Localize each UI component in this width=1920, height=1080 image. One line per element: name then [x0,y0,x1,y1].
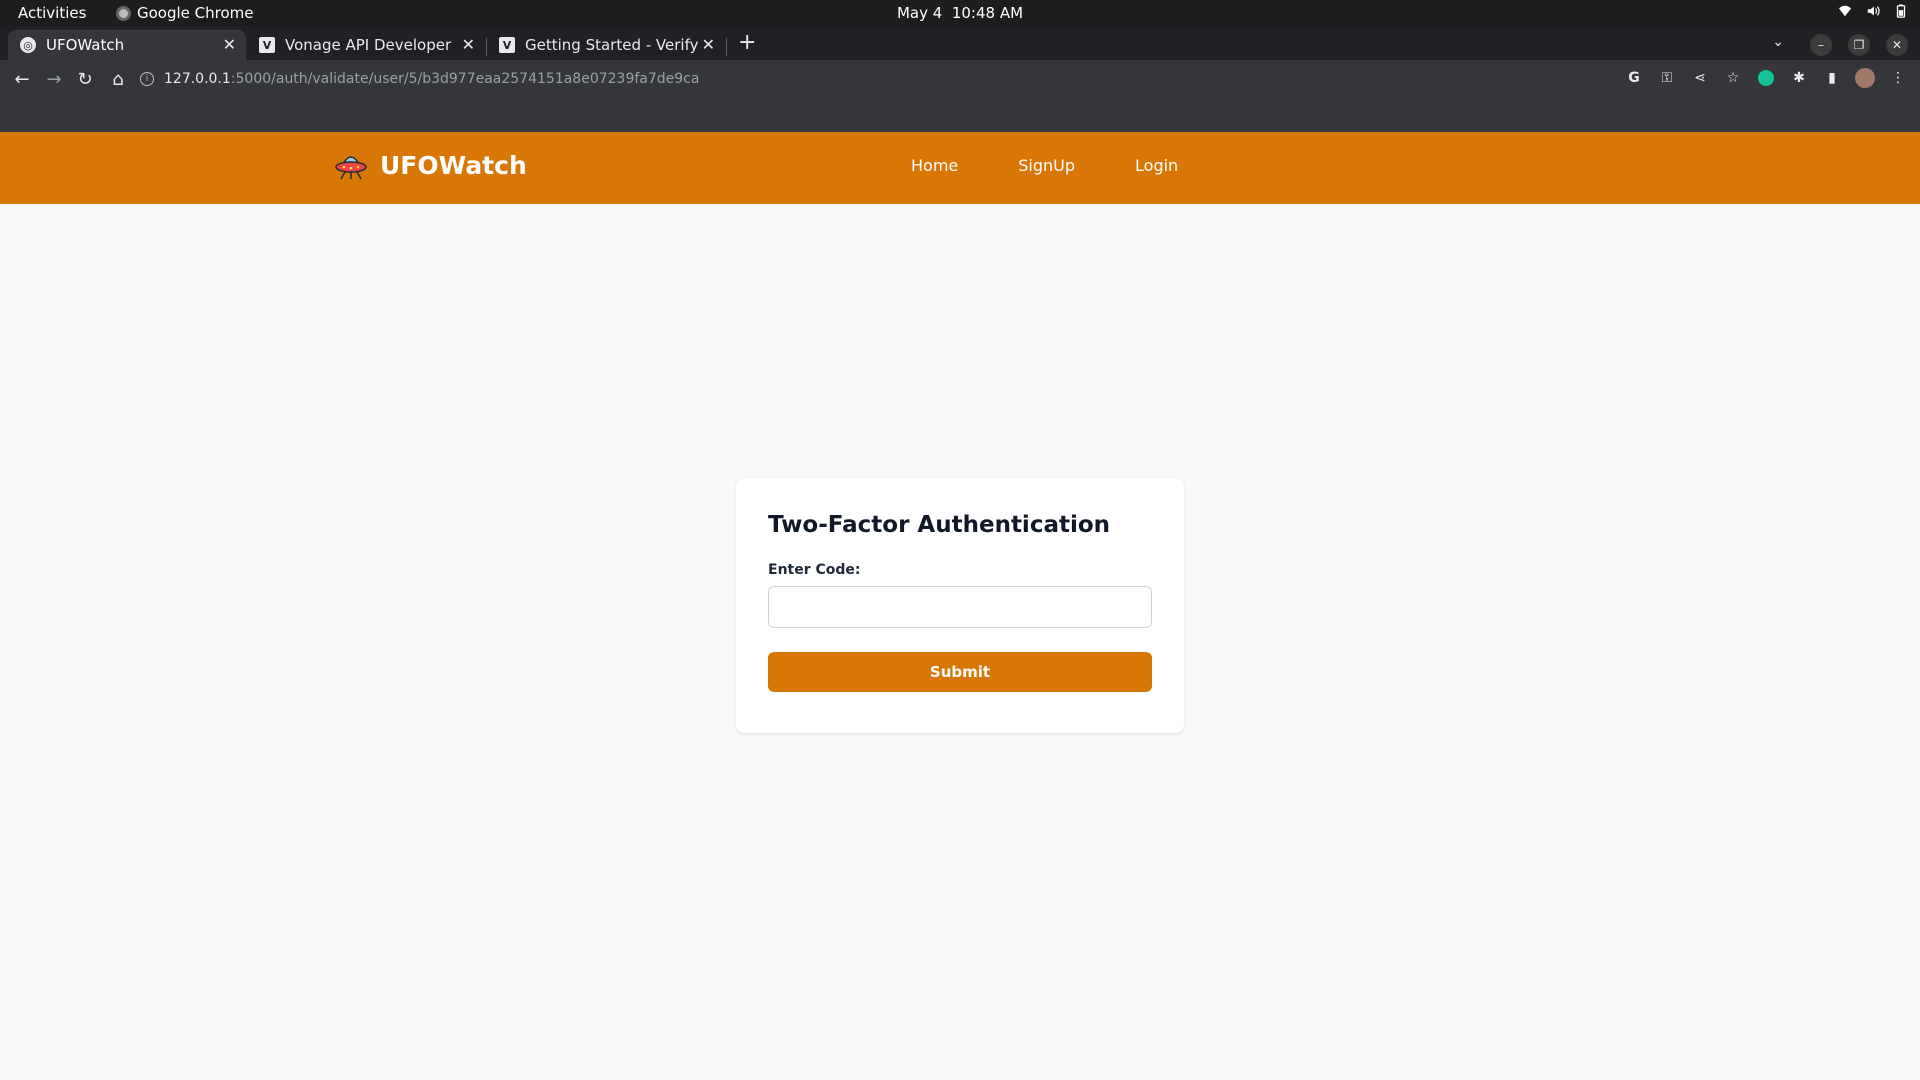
close-icon[interactable]: ✕ [223,35,236,54]
reload-icon[interactable]: ↻ [74,68,96,90]
app-menu[interactable]: Google Chrome [116,4,254,22]
wifi-icon [1838,5,1852,17]
site-header: UFOWatch Home SignUp Login [0,132,1920,204]
ufo-icon [335,156,367,180]
tab-title: Vonage API Developer [285,36,452,54]
tab-ufowatch[interactable]: ◎ UFOWatch ✕ [8,30,246,60]
grammarly-icon[interactable] [1756,68,1776,88]
main-nav: Home SignUp Login [911,156,1178,175]
two-factor-card: Two-Factor Authentication Enter Code: Su… [736,478,1184,733]
activities-button[interactable]: Activities [18,4,86,22]
forward-icon[interactable]: → [43,68,65,90]
side-panel-icon[interactable]: ▮ [1822,68,1842,88]
tab-getting-started-verify[interactable]: V Getting Started - Verify ✕ [487,30,725,60]
app-name: Google Chrome [137,4,254,22]
restore-icon[interactable]: ❐ [1848,34,1870,56]
star-icon[interactable]: ☆ [1723,68,1743,88]
address-bar[interactable]: i 127.0.0.1:5000/auth/validate/user/5/b3… [140,64,1620,94]
tab-title: Getting Started - Verify [525,36,699,54]
new-tab-icon[interactable]: + [738,30,756,55]
nav-signup-link[interactable]: SignUp [1018,156,1075,175]
system-tray[interactable] [1838,4,1908,18]
minimize-icon[interactable]: – [1810,34,1832,56]
code-input[interactable] [768,586,1152,628]
close-icon[interactable]: ✕ [702,35,715,54]
vonage-v-icon: V [259,37,275,53]
tab-separator [726,38,727,56]
bookmarks-bar [0,98,1920,132]
clock-date: May 4 [896,4,943,22]
url-path: :5000/auth/validate/user/5/b3d977eaa2574… [230,71,700,87]
toolbar-actions: G ⚿ ⋖ ☆ ✱ ▮ ⋮ [1624,68,1908,88]
close-icon[interactable]: ✕ [462,35,475,54]
home-icon[interactable]: ⌂ [107,68,129,90]
extensions-icon[interactable]: ✱ [1789,68,1809,88]
card-title: Two-Factor Authentication [768,512,1111,538]
back-icon[interactable]: ← [11,68,33,90]
share-icon[interactable]: ⋖ [1690,68,1710,88]
close-window-icon[interactable]: ✕ [1886,34,1908,56]
tab-title: UFOWatch [46,36,125,54]
window-controls: – ❐ ✕ [1810,34,1908,56]
tab-vonage-api-developer[interactable]: V Vonage API Developer ✕ [247,30,485,60]
browser-toolbar: ← → ↻ ⌂ i 127.0.0.1:5000/auth/validate/u… [0,60,1920,98]
avatar[interactable] [1855,68,1875,88]
submit-button[interactable]: Submit [768,652,1152,692]
volume-icon [1867,6,1880,16]
brand-link[interactable]: UFOWatch [334,150,527,180]
clock[interactable]: May 4 10:48 AM [0,4,1920,22]
url-host: 127.0.0.1 [164,71,231,87]
battery-icon [1896,4,1906,18]
menu-icon[interactable]: ⋮ [1888,68,1908,88]
key-icon[interactable]: ⚿ [1657,68,1677,88]
chrome-icon [116,5,131,21]
chevron-down-icon[interactable]: ⌄ [1772,34,1784,50]
brand-name: UFOWatch [380,150,527,180]
browser-tabstrip: ◎ UFOWatch ✕ V Vonage API Developer ✕ V … [0,26,1920,60]
system-top-bar: Activities Google Chrome May 4 10:48 AM [0,0,1920,26]
code-label: Enter Code: [768,562,861,578]
clock-time: 10:48 AM [951,4,1024,22]
vonage-v-icon: V [499,37,515,53]
globe-icon: ◎ [20,37,36,53]
site-info-icon[interactable]: i [140,72,154,86]
nav-login-link[interactable]: Login [1135,156,1178,175]
google-icon[interactable]: G [1624,68,1644,88]
nav-home-link[interactable]: Home [911,156,958,175]
